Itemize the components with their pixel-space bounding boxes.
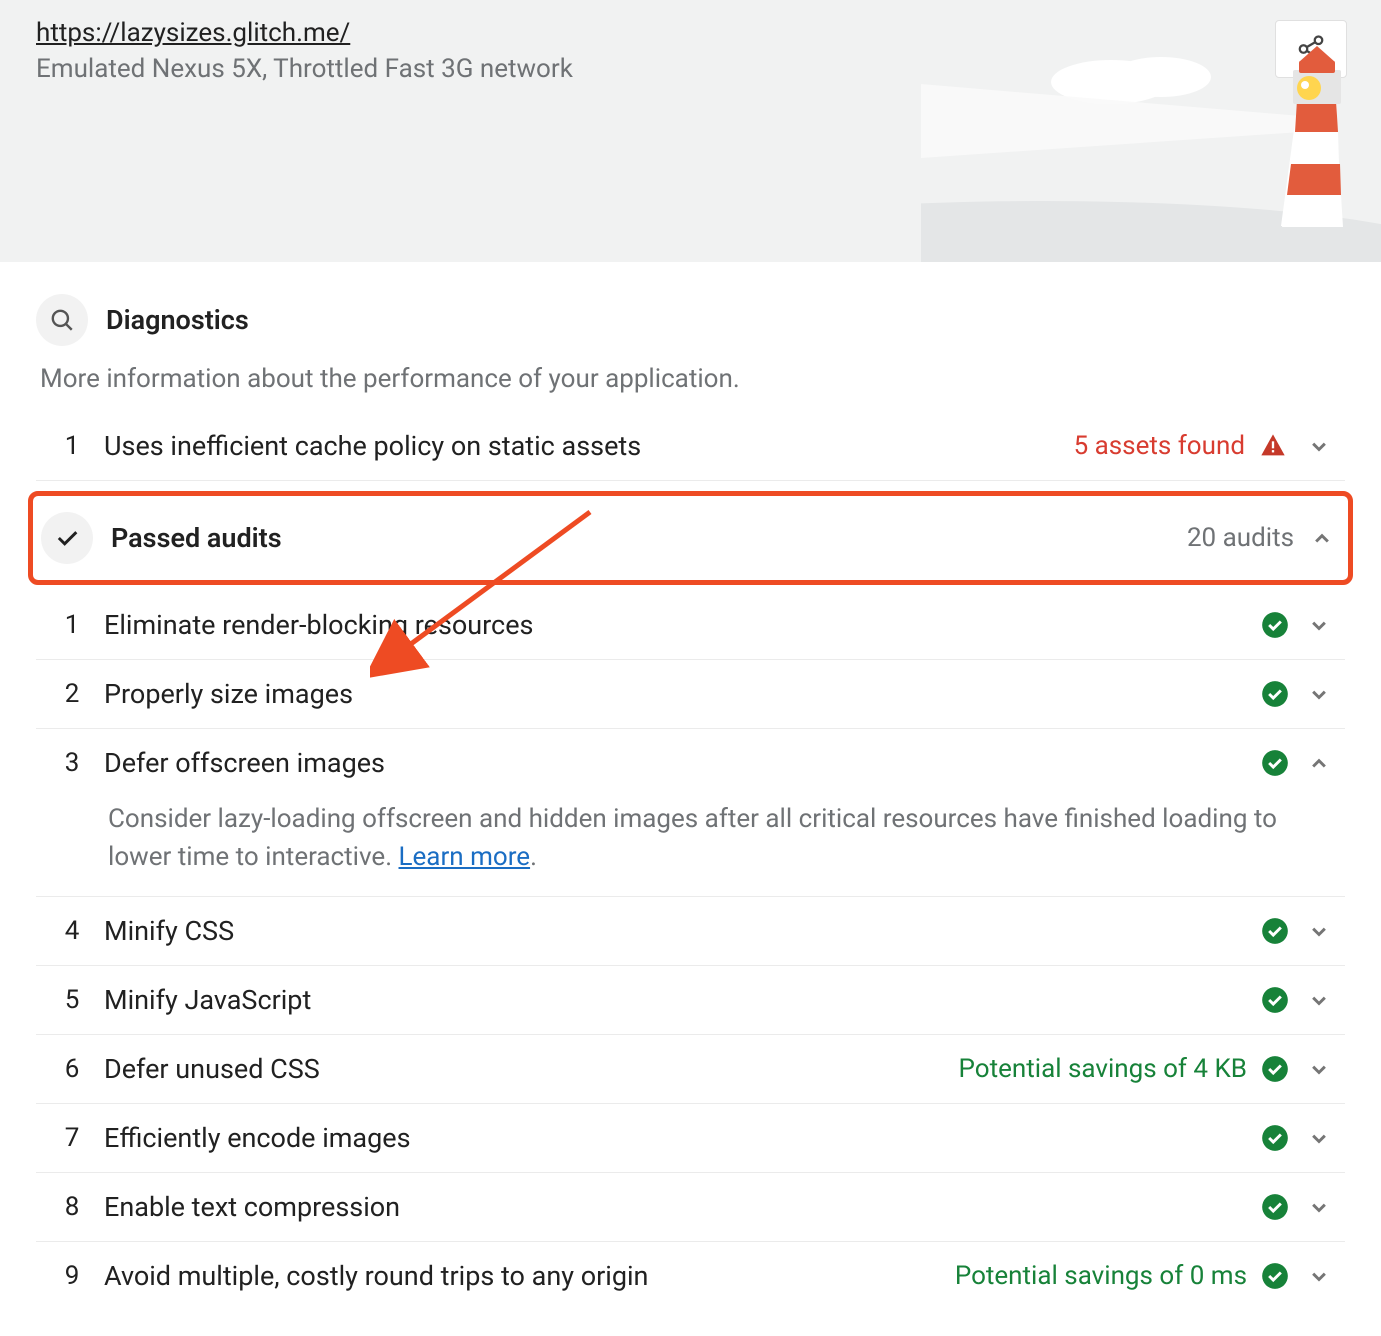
search-icon [49, 307, 75, 333]
pass-icon [1261, 680, 1289, 708]
audit-number: 1 [40, 610, 104, 640]
audit-number: 3 [40, 748, 104, 778]
chevron-down-icon [1305, 917, 1333, 945]
passed-audit-row[interactable]: 7 Efficiently encode images [36, 1104, 1345, 1173]
passed-audits-header[interactable]: Passed audits 20 audits [28, 491, 1353, 585]
audit-title: Properly size images [104, 678, 1261, 710]
chevron-down-icon [1305, 986, 1333, 1014]
pass-icon [1261, 1124, 1289, 1152]
audit-desc-text: Consider lazy-loading offscreen and hidd… [108, 804, 1277, 872]
pass-icon [1261, 917, 1289, 945]
diagnostics-title: Diagnostics [106, 304, 249, 336]
chevron-down-icon [1305, 1055, 1333, 1083]
passed-audit-row[interactable]: 3 Defer offscreen images [36, 729, 1345, 797]
warning-icon [1259, 432, 1287, 460]
audit-number: 1 [40, 431, 104, 461]
check-icon-circle [41, 512, 93, 564]
audit-title: Defer offscreen images [104, 747, 1261, 779]
passed-audit-row[interactable]: 9 Avoid multiple, costly round trips to … [36, 1242, 1345, 1298]
chevron-down-icon [1305, 1124, 1333, 1152]
passed-audit-row[interactable]: 8 Enable text compression [36, 1173, 1345, 1242]
pass-icon [1261, 749, 1289, 777]
audit-description: Consider lazy-loading offscreen and hidd… [36, 797, 1345, 897]
audit-meta: 5 assets found [1074, 431, 1245, 461]
audit-title: Efficiently encode images [104, 1122, 1261, 1154]
lighthouse-logo [921, 32, 1381, 262]
report-url-link[interactable]: https://lazysizes.glitch.me/ [36, 18, 350, 48]
pass-icon [1261, 1055, 1289, 1083]
pass-icon [1261, 611, 1289, 639]
chevron-up-icon [1305, 749, 1333, 777]
chevron-down-icon [1305, 611, 1333, 639]
pass-icon [1261, 1262, 1289, 1290]
audit-meta: Potential savings of 4 KB [959, 1054, 1247, 1084]
audit-desc-period: . [530, 842, 537, 872]
passed-audits-title: Passed audits [111, 522, 1187, 554]
audit-number: 6 [40, 1054, 104, 1084]
chevron-down-icon [1305, 680, 1333, 708]
audit-title: Minify JavaScript [104, 984, 1261, 1016]
passed-audit-row[interactable]: 4 Minify CSS [36, 897, 1345, 966]
diagnostics-audit-row[interactable]: 1 Uses inefficient cache policy on stati… [36, 412, 1345, 481]
audit-number: 7 [40, 1123, 104, 1153]
pass-icon [1261, 986, 1289, 1014]
passed-audit-row[interactable]: 2 Properly size images [36, 660, 1345, 729]
chevron-up-icon [1308, 524, 1336, 552]
audit-number: 2 [40, 679, 104, 709]
passed-audit-row[interactable]: 1 Eliminate render-blocking resources [36, 591, 1345, 660]
audit-title: Uses inefficient cache policy on static … [104, 430, 1074, 462]
diagnostics-section-header: Diagnostics [36, 282, 1345, 358]
audit-title: Defer unused CSS [104, 1053, 959, 1085]
report-header: https://lazysizes.glitch.me/ Emulated Ne… [0, 0, 1381, 262]
check-icon [53, 524, 81, 552]
passed-audit-row[interactable]: 6 Defer unused CSS Potential savings of … [36, 1035, 1345, 1104]
diagnostics-description: More information about the performance o… [40, 364, 1345, 394]
chevron-down-icon [1305, 432, 1333, 460]
passed-audits-count: 20 audits [1187, 523, 1294, 553]
audit-title: Eliminate render-blocking resources [104, 609, 1261, 641]
learn-more-link[interactable]: Learn more [399, 842, 531, 872]
audit-meta: Potential savings of 0 ms [955, 1261, 1247, 1291]
audit-title: Enable text compression [104, 1191, 1261, 1223]
audit-number: 9 [40, 1261, 104, 1291]
audit-number: 5 [40, 985, 104, 1015]
chevron-down-icon [1305, 1262, 1333, 1290]
search-icon-circle [36, 294, 88, 346]
pass-icon [1261, 1193, 1289, 1221]
audit-title: Minify CSS [104, 915, 1261, 947]
passed-audit-row[interactable]: 5 Minify JavaScript [36, 966, 1345, 1035]
audit-number: 4 [40, 916, 104, 946]
audit-number: 8 [40, 1192, 104, 1222]
audit-title: Avoid multiple, costly round trips to an… [104, 1260, 955, 1292]
chevron-down-icon [1305, 1193, 1333, 1221]
